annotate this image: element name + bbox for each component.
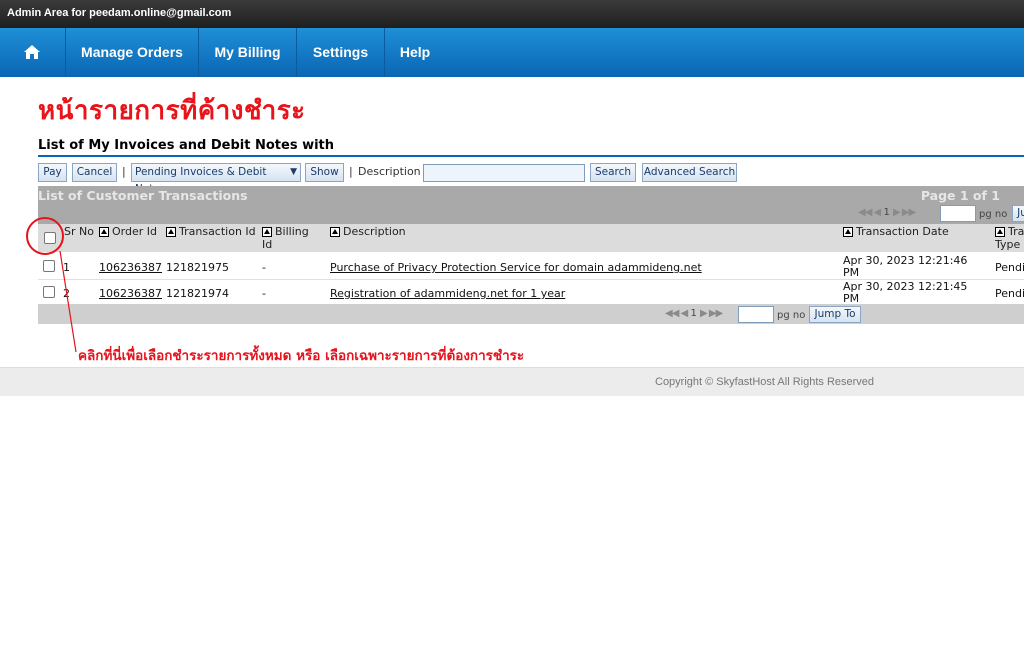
footer: Copyright © SkyfastHost All Rights Reser… bbox=[0, 367, 1024, 396]
annotation-note: คลิกที่นี่เพื่อเลือกชำระรายการทั้งหมด หร… bbox=[78, 348, 525, 364]
annotation-pointer-line bbox=[59, 250, 77, 353]
copyright-text: Copyright © SkyfastHost All Rights Reser… bbox=[655, 376, 875, 388]
